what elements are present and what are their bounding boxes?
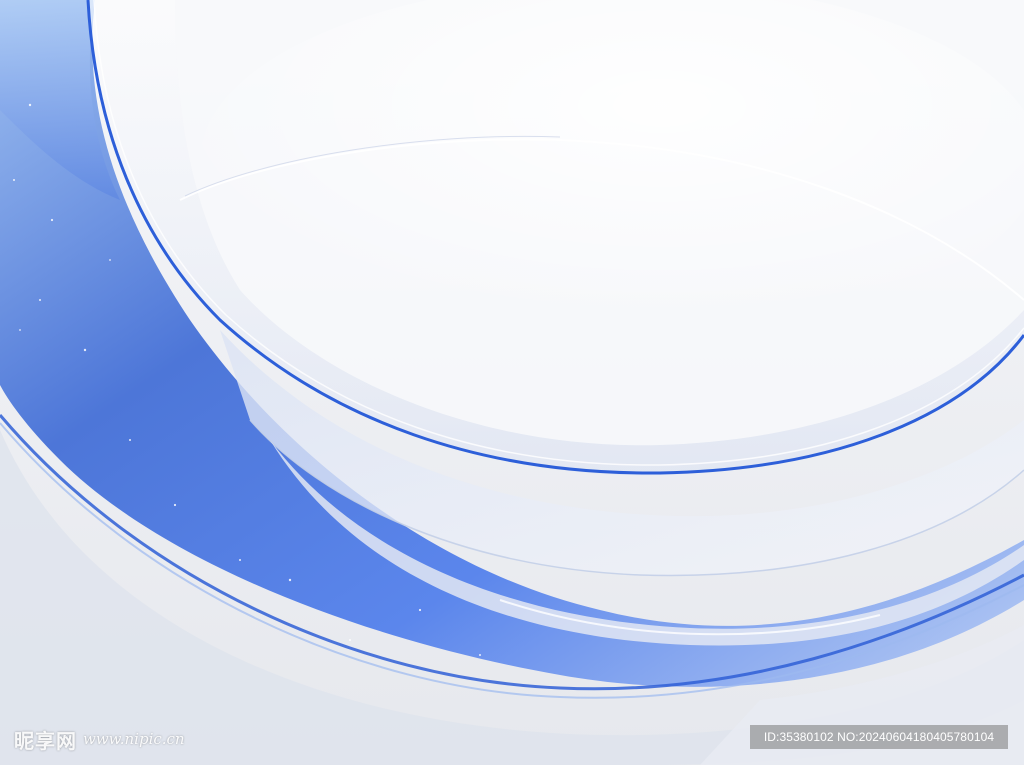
watermark-site: www.nipic.cn — [83, 730, 185, 748]
image-id-badge: ID:35380102 NO:20240604180405780104 — [750, 725, 1008, 749]
watermark-brand: 昵享网 — [14, 728, 77, 753]
abstract-glass-ribbons-artwork — [0, 0, 1024, 765]
image-canvas: 昵享网 www.nipic.cn ID:35380102 NO:20240604… — [0, 0, 1024, 765]
watermark-logo: 昵享网 www.nipic.cn — [14, 726, 185, 753]
